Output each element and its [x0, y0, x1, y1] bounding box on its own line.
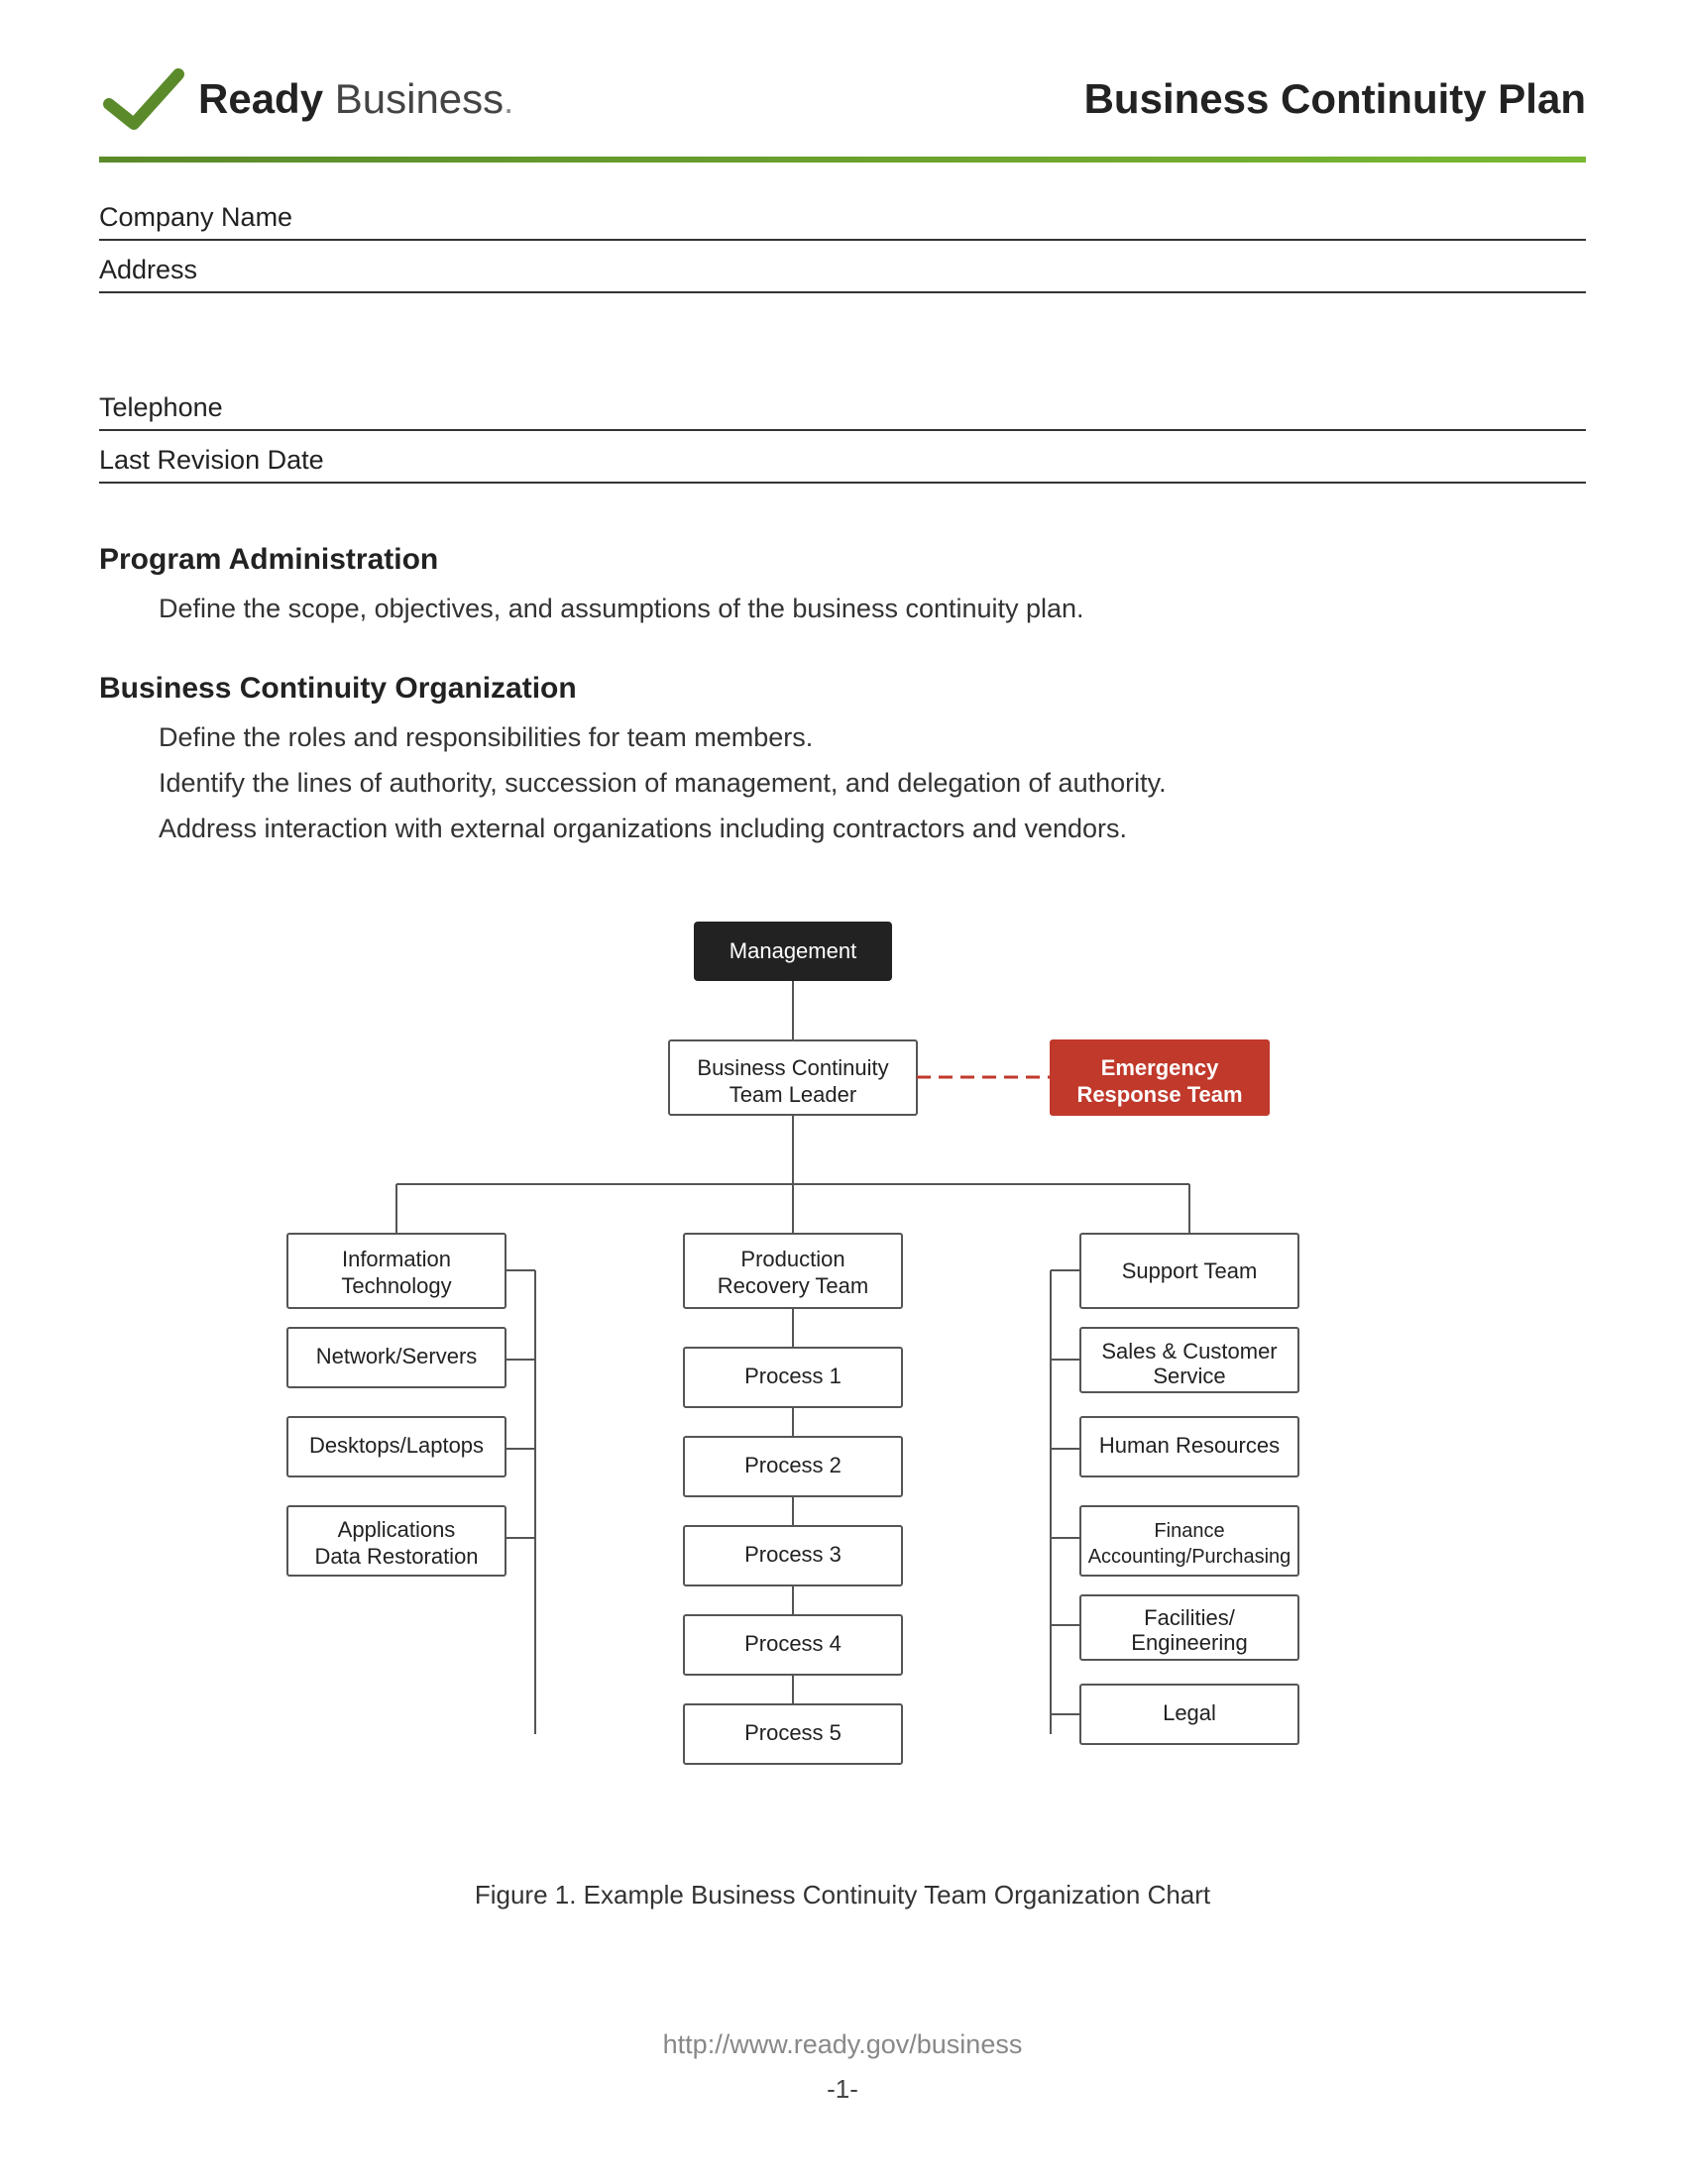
footer-page-number: -1-	[99, 2074, 1586, 2105]
facilities-label-line2: Engineering	[1131, 1630, 1247, 1655]
prt-label-line2: Recovery Team	[718, 1273, 868, 1298]
process5-label: Process 5	[744, 1720, 842, 1745]
it-label-line1: Information	[342, 1247, 451, 1271]
org-chart-svg-wrapper: Management Business Continuity Team Lead…	[198, 912, 1487, 1860]
management-label: Management	[730, 938, 856, 963]
program-admin-title: Program Administration	[99, 543, 1586, 577]
apps-label-line1: Applications	[338, 1517, 456, 1542]
telephone-field: Telephone	[99, 392, 1586, 431]
address-line	[99, 289, 1586, 293]
it-label-line2: Technology	[341, 1273, 451, 1298]
finance-label-line2: Accounting/Purchasing	[1088, 1546, 1292, 1568]
process3-label: Process 3	[744, 1542, 842, 1567]
ert-label-line2: Response Team	[1076, 1082, 1242, 1107]
bcl-label-line2: Team Leader	[730, 1082, 856, 1107]
bco-section: Business Continuity Organization Define …	[99, 672, 1586, 852]
facilities-label-line1: Facilities/	[1144, 1605, 1236, 1630]
org-chart: Management Business Continuity Team Lead…	[99, 912, 1586, 1970]
revision-date-field: Last Revision Date	[99, 445, 1586, 484]
process2-label: Process 2	[744, 1453, 842, 1477]
process4-label: Process 4	[744, 1631, 842, 1656]
header: Ready Business. Business Continuity Plan	[99, 59, 1586, 139]
bco-title: Business Continuity Organization	[99, 672, 1586, 706]
sales-label-line2: Service	[1153, 1364, 1225, 1388]
revision-date-line	[99, 480, 1586, 484]
address-field: Address	[99, 255, 1586, 293]
prt-label-line1: Production	[740, 1247, 844, 1271]
process1-label: Process 1	[744, 1364, 842, 1388]
support-label: Support Team	[1122, 1258, 1258, 1283]
desktops-label: Desktops/Laptops	[309, 1433, 484, 1458]
network-label: Network/Servers	[316, 1344, 478, 1368]
header-divider	[99, 157, 1586, 163]
finance-label-line1: Finance	[1154, 1520, 1224, 1542]
ready-logo-icon	[99, 59, 188, 139]
form-section-1: Company Name Address	[99, 202, 1586, 293]
form-section-2: Telephone Last Revision Date	[99, 392, 1586, 484]
sales-label-line1: Sales & Customer	[1101, 1339, 1277, 1364]
program-admin-body: Define the scope, objectives, and assump…	[159, 587, 1586, 632]
telephone-line	[99, 427, 1586, 431]
ert-label-line1: Emergency	[1101, 1055, 1219, 1080]
company-name-line	[99, 237, 1586, 241]
program-admin-section: Program Administration Define the scope,…	[99, 543, 1586, 632]
footer: http://www.ready.gov/business -1-	[99, 2029, 1586, 2105]
logo-text: Ready Business.	[198, 75, 513, 123]
bco-body: Define the roles and responsibilities fo…	[159, 715, 1586, 852]
logo-area: Ready Business.	[99, 59, 513, 139]
legal-label: Legal	[1163, 1700, 1216, 1725]
apps-label-line2: Data Restoration	[314, 1544, 478, 1569]
footer-url: http://www.ready.gov/business	[99, 2029, 1586, 2060]
company-name-field: Company Name	[99, 202, 1586, 241]
bcl-label-line1: Business Continuity	[697, 1055, 888, 1080]
page-title: Business Continuity Plan	[1084, 75, 1586, 123]
figure-caption: Figure 1. Example Business Continuity Te…	[475, 1880, 1210, 1911]
hr-label: Human Resources	[1099, 1433, 1280, 1458]
